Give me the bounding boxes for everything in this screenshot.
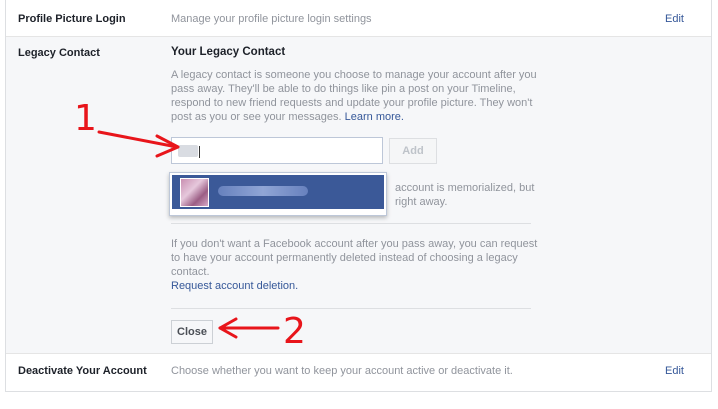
suggestion-item[interactable] xyxy=(172,175,384,209)
avatar xyxy=(180,178,209,207)
row-description: Choose whether you want to keep your acc… xyxy=(171,365,513,377)
legacy-contact-title: Your Legacy Contact xyxy=(171,46,286,58)
learn-more-link[interactable]: Learn more. xyxy=(345,111,404,123)
close-button[interactable]: Close xyxy=(171,320,213,344)
profile-picture-login-row: Profile Picture Login Manage your profil… xyxy=(6,0,711,37)
annotation-arrow-1 xyxy=(97,130,180,158)
row-description: Manage your profile picture login settin… xyxy=(171,13,372,25)
annotation-number-2: 2 xyxy=(283,311,306,352)
partially-hidden-text-2: right away. xyxy=(395,196,448,208)
row-label: Legacy Contact xyxy=(18,47,100,59)
partially-hidden-text-1: account is memorialized, but xyxy=(395,182,535,194)
legacy-contact-intro: A legacy contact is someone you choose t… xyxy=(171,68,541,124)
annotation-arrow-2 xyxy=(218,317,280,339)
edit-deactivate-link[interactable]: Edit xyxy=(665,365,684,377)
annotation-number-1: 1 xyxy=(74,98,97,139)
autocomplete-dropdown xyxy=(169,172,387,216)
add-button[interactable]: Add xyxy=(389,138,437,164)
deletion-text: If you don't want a Facebook account aft… xyxy=(171,238,538,278)
row-label: Deactivate Your Account xyxy=(18,365,147,377)
deactivate-account-row: Deactivate Your Account Choose whether y… xyxy=(6,354,711,391)
divider xyxy=(171,223,531,224)
suggestion-name-redacted xyxy=(218,186,308,196)
request-deletion-link[interactable]: Request account deletion. xyxy=(171,279,541,293)
divider xyxy=(171,308,531,309)
text-caret xyxy=(199,146,200,158)
row-label: Profile Picture Login xyxy=(18,13,126,25)
legacy-contact-input[interactable] xyxy=(171,137,383,164)
edit-profile-picture-link[interactable]: Edit xyxy=(665,13,684,25)
